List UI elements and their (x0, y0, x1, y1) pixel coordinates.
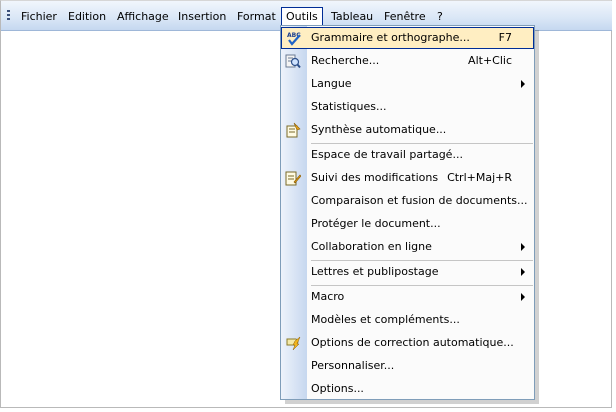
menu-item-comparaison-fusion[interactable]: Comparaison et fusion de documents... (281, 190, 534, 212)
menu-tableau[interactable]: Tableau (327, 7, 377, 26)
menu-item-shortcut: Ctrl+Maj+R (447, 171, 512, 184)
menu-item-label: Synthèse automatique... (311, 123, 447, 136)
menu-fenetre[interactable]: Fenêtre (380, 7, 430, 26)
outils-dropdown-menu: ABC Grammaire et orthographe... F7 Reche… (280, 25, 535, 400)
menu-item-options[interactable]: Options... (281, 378, 534, 400)
menu-item-label: Personnaliser... (311, 359, 395, 372)
menu-insertion[interactable]: Insertion (174, 7, 230, 26)
menu-item-suivi-modifications[interactable]: Suivi des modifications Ctrl+Maj+R (281, 167, 534, 189)
menu-item-label: Langue (311, 77, 352, 90)
menu-item-shortcut: Alt+Clic (468, 54, 512, 67)
menu-item-personnaliser[interactable]: Personnaliser... (281, 355, 534, 377)
menu-item-shortcut: F7 (498, 31, 512, 44)
menu-item-label: Protéger le document... (311, 217, 441, 230)
menu-fichier[interactable]: Fichier (17, 7, 61, 26)
autosummarize-icon (286, 122, 301, 138)
menu-item-label: Modèles et compléments... (311, 313, 460, 326)
menu-item-grammaire[interactable]: ABC Grammaire et orthographe... F7 (281, 27, 534, 49)
menu-item-label: Recherche... (311, 54, 380, 67)
menu-item-label: Macro (311, 290, 345, 303)
menu-edition[interactable]: Edition (64, 7, 110, 26)
menu-item-statistiques[interactable]: Statistiques... (281, 96, 534, 118)
menu-item-label: Collaboration en ligne (311, 240, 432, 253)
menu-item-correction-automatique[interactable]: Options de correction automatique... (281, 332, 534, 354)
menu-item-label: Lettres et publipostage (311, 265, 439, 278)
submenu-arrow-icon (521, 293, 525, 301)
menu-item-label: Options de correction automatique... (311, 336, 514, 349)
menu-item-synthese[interactable]: Synthèse automatique... (281, 119, 534, 141)
menu-item-label: Statistiques... (311, 100, 387, 113)
menu-item-lettres-publipostage[interactable]: Lettres et publipostage (281, 261, 534, 283)
menu-item-label: Comparaison et fusion de documents... (311, 194, 528, 207)
menu-item-proteger-document[interactable]: Protéger le document... (281, 213, 534, 235)
autocorrect-icon (286, 336, 301, 351)
submenu-arrow-icon (521, 80, 525, 88)
menu-item-langue[interactable]: Langue (281, 73, 534, 95)
menu-item-label: Grammaire et orthographe... (311, 31, 470, 44)
menu-format[interactable]: Format (233, 7, 280, 26)
menu-item-recherche[interactable]: Recherche... Alt+Clic (281, 50, 534, 72)
menu-outils[interactable]: Outils (281, 7, 323, 27)
menu-item-label: Espace de travail partagé... (311, 148, 463, 161)
menu-item-modeles-complements[interactable]: Modèles et compléments... (281, 309, 534, 331)
menu-item-espace-travail[interactable]: Espace de travail partagé... (281, 144, 534, 166)
toolbar-grip-handle[interactable] (7, 10, 10, 22)
menu-item-collaboration[interactable]: Collaboration en ligne (281, 236, 534, 258)
menu-item-label: Suivi des modifications (311, 171, 439, 184)
submenu-arrow-icon (521, 268, 525, 276)
spelling-check-icon: ABC (287, 32, 301, 46)
menu-item-macro[interactable]: Macro (281, 286, 534, 308)
menu-item-label: Options... (311, 382, 364, 395)
submenu-arrow-icon (521, 243, 525, 251)
track-changes-icon (285, 171, 301, 186)
menu-help[interactable]: ? (433, 7, 447, 26)
menu-affichage[interactable]: Affichage (113, 7, 173, 26)
research-icon (285, 54, 301, 69)
